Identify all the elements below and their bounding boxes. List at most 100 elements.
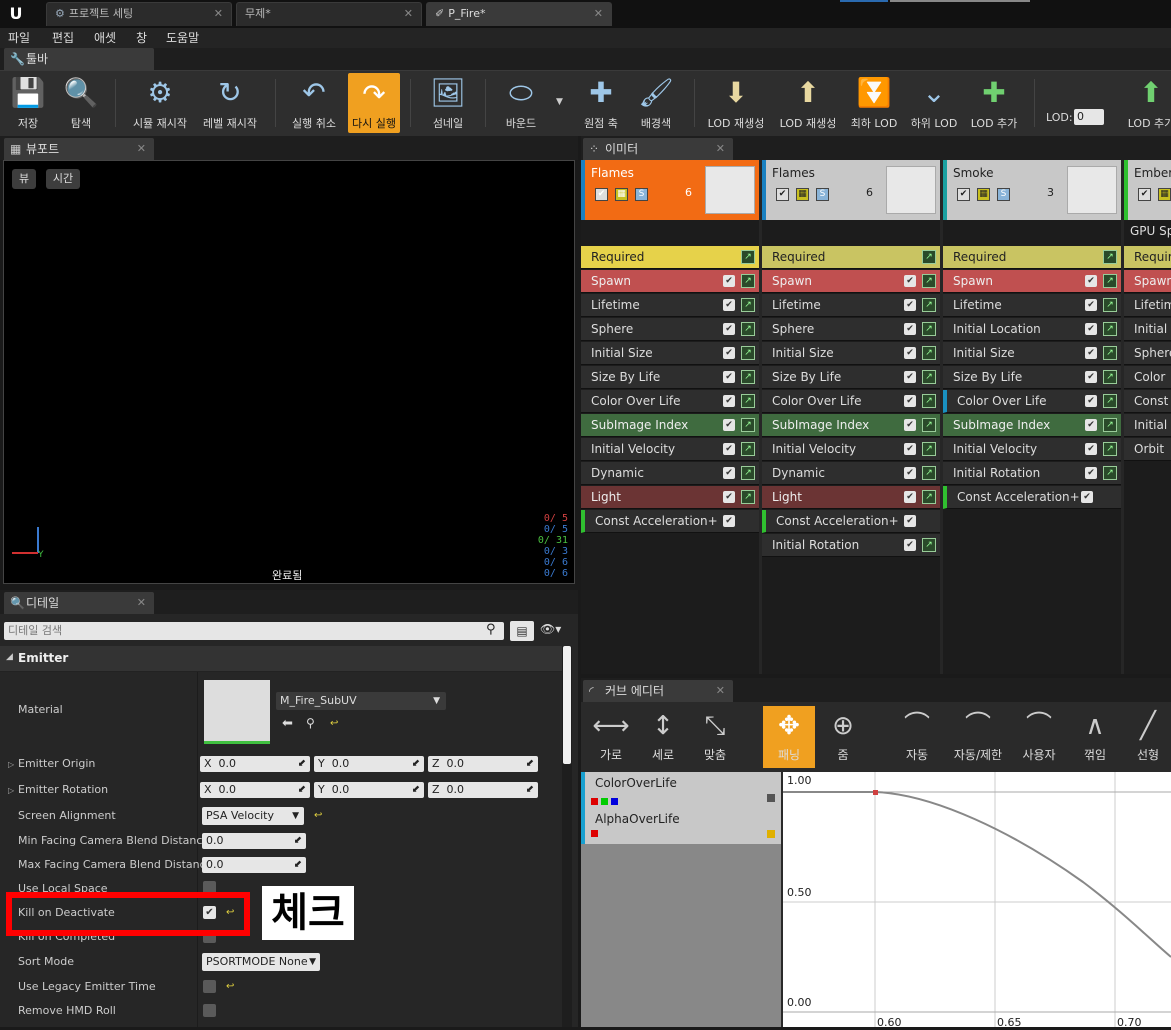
emitter-column[interactable]: Flames ✔ ▦ S 6 Required ↗ Spawn ✔ ↗ Lifetim… [762,160,940,674]
graph-icon[interactable]: ↗ [922,274,936,288]
emitter-column[interactable]: Smoke ✔ ▦ S 3 Required ↗ Spawn ✔ ↗ Lifetime… [943,160,1121,674]
break-tangent-button[interactable]: ∧ 꺾임 [1069,706,1121,768]
menu-window[interactable]: 창 [136,28,147,48]
restart-level-button[interactable]: ↻ 레벨 재시작 [198,71,262,135]
module-row[interactable]: Dynamic ✔ ↗ [581,462,759,485]
module-row[interactable]: Orbit [1124,438,1171,461]
reset-default-icon[interactable]: ↩ [314,810,322,821]
module-checkbox[interactable]: ✔ [904,395,916,407]
render-mode-icon[interactable]: ▦ [977,188,990,201]
enable-checkbox[interactable]: ✔ [776,188,789,201]
module-checkbox[interactable]: ✔ [1085,371,1097,383]
zoom-button[interactable]: ⊕ 줌 [817,706,869,768]
module-row[interactable]: Sphere ✔ ↗ [762,318,940,341]
graph-icon[interactable]: ↗ [922,322,936,336]
graph-icon[interactable]: ↗ [1103,298,1117,312]
screen-alignment-dropdown[interactable]: PSA Velocity ▼ [202,807,304,825]
module-row[interactable]: Initial Velocity ✔ ↗ [581,438,759,461]
module-checkbox[interactable]: ✔ [904,467,916,479]
property-matrix-button[interactable]: ▤ [510,621,534,641]
max-facing-field[interactable]: 0.0 ⬋ [202,857,306,873]
module-row[interactable]: Initial Location ✔ ↗ [943,318,1121,341]
module-row[interactable]: Initial Rotation ✔ ↗ [943,462,1121,485]
enable-checkbox[interactable]: ✔ [595,188,608,201]
graph-icon[interactable]: ↗ [1103,250,1117,264]
bounds-button[interactable]: ⬭ 바운드 [496,71,546,135]
module-row[interactable]: Const Acceleration+ ✔ [762,510,940,533]
module-row[interactable]: Sphere [1124,342,1171,365]
tab-untitled[interactable]: 무제* ✕ [236,2,422,26]
details-search-input[interactable]: 디테일 검색 [4,622,504,640]
solo-icon[interactable]: S [816,188,829,201]
close-icon[interactable]: ✕ [716,138,725,160]
enable-checkbox[interactable]: ✔ [1138,188,1151,201]
blue-channel-toggle[interactable] [611,798,618,805]
module-checkbox[interactable]: ✔ [904,299,916,311]
module-checkbox[interactable]: ✔ [1085,395,1097,407]
module-checkbox[interactable]: ✔ [1085,275,1097,287]
module-checkbox[interactable]: ✔ [904,491,916,503]
module-row[interactable]: Spawn ✔ ↗ [581,270,759,293]
module-checkbox[interactable]: ✔ [723,419,735,431]
visibility-eye-icon[interactable]: 👁▾ [540,622,561,636]
module-checkbox[interactable]: ✔ [904,515,916,527]
module-row[interactable]: SubImage Index ✔ ↗ [762,414,940,437]
scrollbar-thumb[interactable] [563,646,571,764]
graph-icon[interactable]: ↗ [922,298,936,312]
browse-search-icon[interactable]: ⚲ [306,716,315,730]
emitter-column[interactable]: Ember ✔ ▦ GPU Sp Requir Spawn Lifetim In… [1124,160,1171,674]
red-channel-toggle[interactable] [591,798,598,805]
thumbnail-button[interactable]: 🖼 섬네일 [422,71,474,135]
restart-sim-button[interactable]: ⚙ 시뮬 재시작 [128,71,192,135]
track-alpha-over-life[interactable]: AlphaOverLife [581,808,781,844]
module-checkbox[interactable]: ✔ [723,467,735,479]
module-checkbox[interactable]: ✔ [723,323,735,335]
graph-icon[interactable]: ↗ [922,442,936,456]
module-checkbox[interactable]: ✔ [904,443,916,455]
module-row[interactable]: Initial Size ✔ ↗ [581,342,759,365]
rotation-x-field[interactable]: X 0.0 ⬋ [200,782,310,798]
module-row[interactable]: SubImage Index ✔ ↗ [943,414,1121,437]
graph-icon[interactable]: ↗ [1103,442,1117,456]
module-checkbox[interactable]: ✔ [1085,467,1097,479]
module-row[interactable]: Spawn ✔ ↗ [762,270,940,293]
graph-icon[interactable]: ↗ [1103,418,1117,432]
linear-button[interactable]: ╱ 선형 [1125,706,1171,768]
module-row[interactable]: Color Over Life ✔ ↗ [943,390,1121,413]
details-panel-tab[interactable]: 🔍 디테일 ✕ [4,592,154,614]
menu-file[interactable]: 파일 [8,28,30,48]
pan-button[interactable]: ✥ 패닝 [763,706,815,768]
graph-icon[interactable]: ↗ [1103,370,1117,384]
module-row[interactable]: Lifetime ✔ ↗ [943,294,1121,317]
remove-hmd-roll-checkbox[interactable] [203,1004,216,1017]
regen-lod-button[interactable]: ⬇ LOD 재생성 [704,71,768,135]
browse-button[interactable]: 🔍 탐색 [58,71,104,135]
graph-icon[interactable]: ↗ [1103,346,1117,360]
chevron-down-icon[interactable]: ▼ [556,97,563,107]
origin-axis-button[interactable]: ✚ 원점 축 [576,71,626,135]
add-lod-button-2[interactable]: ⬆ LOD 추가 [1126,71,1171,135]
close-icon[interactable]: ✕ [404,3,413,25]
graph-icon[interactable]: ↗ [741,370,755,384]
module-checkbox[interactable]: ✔ [904,347,916,359]
enable-checkbox[interactable]: ✔ [957,188,970,201]
emitter-header[interactable]: Flames ✔ ▦ S 6 [581,160,759,220]
module-row[interactable]: Light ✔ ↗ [581,486,759,509]
module-row[interactable]: Size By Life ✔ ↗ [762,366,940,389]
module-checkbox[interactable]: ✔ [1085,323,1097,335]
module-row[interactable]: Lifetime ✔ ↗ [581,294,759,317]
graph-icon[interactable]: ↗ [741,298,755,312]
graph-icon[interactable]: ↗ [741,418,755,432]
auto-tangent-button[interactable]: ⌒ 자동 [891,706,943,768]
graph-icon[interactable]: ↗ [922,538,936,552]
graph-icon[interactable]: ↗ [1103,322,1117,336]
save-button[interactable]: 💾 저장 [8,71,48,135]
graph-icon[interactable]: ↗ [922,394,936,408]
module-row[interactable]: Const Acceleration+ ✔ [943,486,1121,509]
lod-spinner[interactable]: 0 [1074,109,1104,125]
red-channel-toggle[interactable] [591,830,598,837]
curve-graph[interactable]: 1.00 0.50 0.00 0.60 0.65 0.70 [783,772,1171,1029]
close-icon[interactable]: ✕ [214,3,223,25]
graph-icon[interactable]: ↗ [922,370,936,384]
module-checkbox[interactable]: ✔ [723,515,735,527]
